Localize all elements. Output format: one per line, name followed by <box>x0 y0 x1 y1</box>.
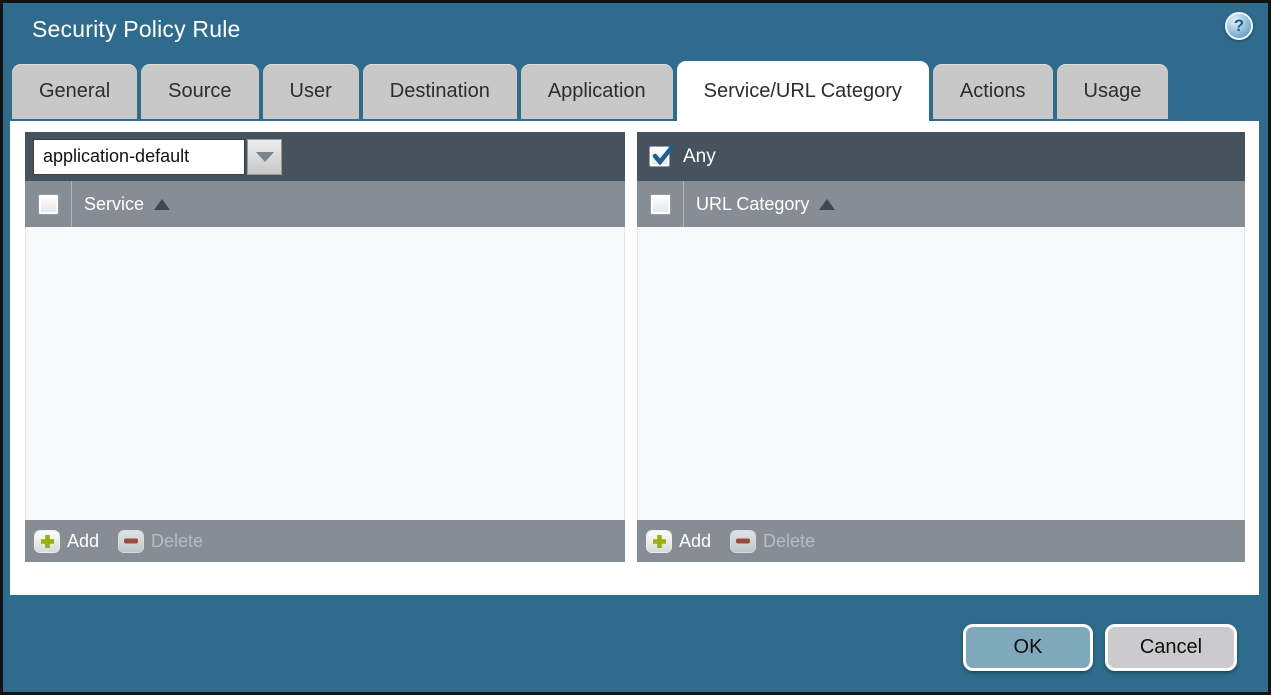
minus-icon <box>731 530 756 552</box>
cancel-button[interactable]: Cancel <box>1105 624 1237 671</box>
service-toolbar: Add Delete <box>25 520 625 562</box>
tab-actions[interactable]: Actions <box>932 64 1053 119</box>
tab-source[interactable]: Source <box>141 64 259 119</box>
sort-asc-icon <box>154 198 171 210</box>
minus-icon <box>119 530 144 552</box>
url-category-toolbar: Add Delete <box>637 520 1245 562</box>
tab-user[interactable]: User <box>262 64 359 119</box>
help-icon[interactable]: ? <box>1225 12 1253 40</box>
any-checkbox-row: Any <box>645 144 716 168</box>
service-add-button[interactable]: Add <box>35 530 99 552</box>
service-mode-combobox <box>33 138 282 175</box>
service-panel: Service Add Delete <box>25 132 625 562</box>
any-label: Any <box>683 145 716 167</box>
url-category-delete-button[interactable]: Delete <box>731 530 815 552</box>
ok-button[interactable]: OK <box>963 624 1093 671</box>
check-icon <box>652 144 675 166</box>
security-policy-rule-dialog: Security Policy Rule ? General Source Us… <box>0 0 1271 695</box>
url-category-panel: Any URL Category Add Delete <box>637 132 1245 562</box>
service-mode-dropdown-button[interactable] <box>247 138 282 175</box>
url-category-column-header[interactable]: URL Category <box>684 194 836 215</box>
service-delete-button[interactable]: Delete <box>119 530 203 552</box>
plus-icon <box>35 530 59 552</box>
url-category-table-header: URL Category <box>637 181 1245 227</box>
tab-service-url-category[interactable]: Service/URL Category <box>676 61 929 121</box>
tab-destination[interactable]: Destination <box>362 64 517 119</box>
tab-content: Service Add Delete <box>10 121 1259 595</box>
url-category-list <box>637 227 1245 520</box>
plus-icon <box>647 530 671 552</box>
service-list <box>25 227 625 520</box>
tab-usage[interactable]: Usage <box>1056 64 1169 119</box>
service-mode-input[interactable] <box>33 138 245 175</box>
any-checkbox[interactable] <box>649 144 675 167</box>
dialog-title: Security Policy Rule <box>32 16 241 42</box>
tab-bar: General Source User Destination Applicat… <box>12 61 1169 121</box>
sort-asc-icon <box>819 198 836 210</box>
url-category-select-all-checkbox[interactable] <box>649 193 671 215</box>
service-column-header[interactable]: Service <box>72 194 171 215</box>
url-category-any-bar: Any <box>637 132 1245 181</box>
chevron-down-icon <box>255 151 274 162</box>
url-category-add-button[interactable]: Add <box>647 530 711 552</box>
service-table-header: Service <box>25 181 625 227</box>
service-select-all-checkbox[interactable] <box>37 193 59 215</box>
help-glyph: ? <box>1233 16 1245 35</box>
service-mode-bar <box>25 132 625 181</box>
tab-general[interactable]: General <box>12 64 138 119</box>
tab-application[interactable]: Application <box>520 64 673 119</box>
